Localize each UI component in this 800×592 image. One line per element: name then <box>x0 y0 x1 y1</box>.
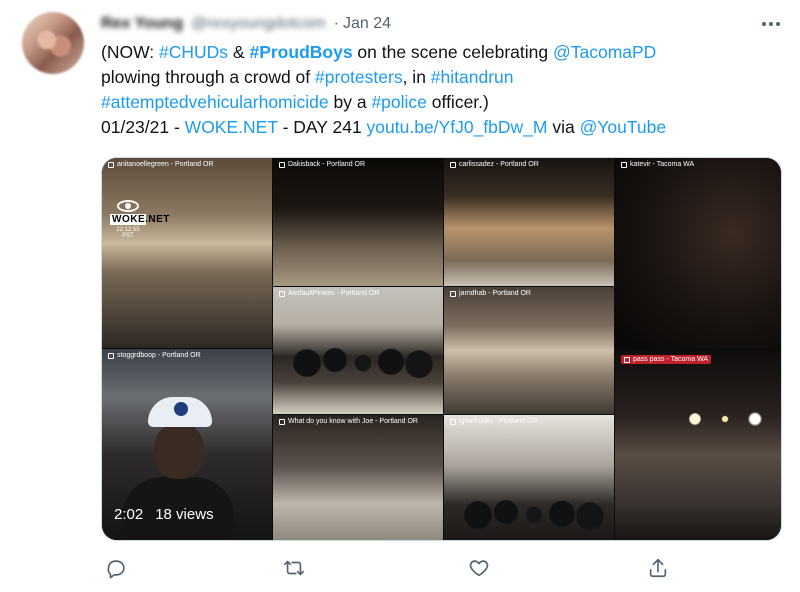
stream-label: anitanoellegreen - Portland OR <box>117 161 214 168</box>
text-segment: officer.) <box>426 92 489 112</box>
camera-icon <box>624 356 630 363</box>
tweet-text-line: 01/23/21 - WOKE.NET - DAY 241 youtu.be/Y… <box>101 115 791 140</box>
woke-logo: WOKE.NET 22:12:55 PST <box>110 200 170 239</box>
mention-link[interactable]: @YouTube <box>580 117 667 137</box>
video-tile: anitanoellegreen - Portland OR WOKE.NET … <box>102 158 272 348</box>
text-segment: , in <box>402 67 431 87</box>
stream-label: What do you know with Joe - Portland OR <box>288 418 418 425</box>
crowd-silhouettes <box>464 479 604 539</box>
more-icon[interactable] <box>760 14 782 34</box>
view-count: 18 views <box>155 505 214 523</box>
crowd-silhouettes <box>293 327 433 387</box>
stream-label: ignarhusky - Portland OR <box>459 418 538 425</box>
hashtag-link[interactable]: #hitandrun <box>431 67 514 87</box>
video-tile: ignarhusky - Portland OR <box>444 415 614 540</box>
hashtag-link[interactable]: #ProudBoys <box>249 42 352 62</box>
like-button[interactable] <box>464 553 494 583</box>
text-segment: - DAY 241 <box>277 117 367 137</box>
stream-label: pass pass - Tacoma WA <box>633 356 709 363</box>
text-segment: 01/23/21 - <box>101 117 185 137</box>
share-button[interactable] <box>643 553 673 583</box>
camera-icon <box>279 161 285 168</box>
video-tile: What do you know with Joe - Portland OR <box>273 415 443 540</box>
user-handle[interactable]: @rexyoungdotcom <box>191 15 326 33</box>
reply-icon <box>107 560 125 579</box>
tweet-text: (NOW: #CHUDs & #ProudBoys on the scene c… <box>101 40 791 140</box>
display-name[interactable]: Rex Young <box>101 15 183 33</box>
separator-dot: · <box>333 15 339 32</box>
hashtag-link[interactable]: #CHUDs <box>159 42 228 62</box>
street-lights <box>675 409 775 429</box>
video-tile: carlissadez - Portland OR <box>444 158 614 286</box>
tweet[interactable]: Rex Young @rexyoungdotcom · Jan 24 (NOW:… <box>0 0 800 592</box>
tweet-text-line: plowing through a crowd of #protesters, … <box>101 65 791 90</box>
camera-icon <box>108 161 114 168</box>
logo-name: WOKE.NET <box>110 214 170 225</box>
stream-label: Dakisback - Portland OR <box>288 161 366 168</box>
logo-time: 22:12:55 PST <box>116 227 140 239</box>
camera-icon <box>621 161 627 168</box>
tweet-text-line: #attemptedvehicularhomicide by a #police… <box>101 90 791 115</box>
camera-icon <box>450 290 456 297</box>
stream-label: katevir - Tacoma WA <box>630 161 695 168</box>
video-duration: 2:02 <box>114 505 144 523</box>
stream-label: stoggrdboop - Portland OR <box>117 352 201 359</box>
text-segment: by a <box>328 92 372 112</box>
video-tile: jarridhab - Portland OR <box>444 287 614 414</box>
camera-icon <box>450 161 456 168</box>
text-segment: on the scene celebrating <box>352 42 553 62</box>
camera-icon <box>108 352 114 359</box>
video-tile: Dakisback - Portland OR <box>273 158 443 286</box>
share-icon <box>649 558 667 578</box>
url-link[interactable]: youtu.be/YfJ0_fbDw_M <box>367 117 548 137</box>
like-icon <box>469 560 489 577</box>
stream-label: carlissadez - Portland OR <box>459 161 539 168</box>
avatar[interactable] <box>22 12 84 74</box>
hashtag-link[interactable]: #protesters <box>315 67 403 87</box>
camera-icon <box>450 418 456 425</box>
video-overlay: 2:02 18 views <box>114 502 214 526</box>
video-player[interactable]: anitanoellegreen - Portland OR WOKE.NET … <box>101 157 782 541</box>
tweet-header: Rex Young @rexyoungdotcom · Jan 24 <box>101 12 391 36</box>
url-link[interactable]: WOKE.NET <box>185 117 278 137</box>
mention-link[interactable]: @TacomaPD <box>553 42 656 62</box>
text-segment: via <box>547 117 580 137</box>
hashtag-link[interactable]: #attemptedvehicularhomicide <box>101 92 329 112</box>
hashtag-link[interactable]: #police <box>371 92 426 112</box>
video-tile: AssfaultPirates - Portland OR <box>273 287 443 414</box>
reply-button[interactable] <box>101 553 131 583</box>
camera-icon <box>279 290 285 297</box>
text-segment: & <box>228 42 250 62</box>
tweet-actions <box>101 553 681 583</box>
text-segment: (NOW: <box>101 42 160 62</box>
eye-icon <box>117 200 139 212</box>
stream-label: jarridhab - Portland OR <box>459 290 531 297</box>
retweet-icon <box>284 560 304 576</box>
video-tile: pass pass - Tacoma WA <box>615 349 781 540</box>
retweet-button[interactable] <box>279 553 309 583</box>
tweet-date[interactable]: Jan 24 <box>343 15 391 33</box>
text-segment: plowing through a crowd of <box>101 67 316 87</box>
video-tile: katevir - Tacoma WA <box>615 158 781 348</box>
camera-icon <box>279 418 285 425</box>
stream-label: AssfaultPirates - Portland OR <box>288 290 380 297</box>
tweet-text-line: (NOW: #CHUDs & #ProudBoys on the scene c… <box>101 40 791 65</box>
